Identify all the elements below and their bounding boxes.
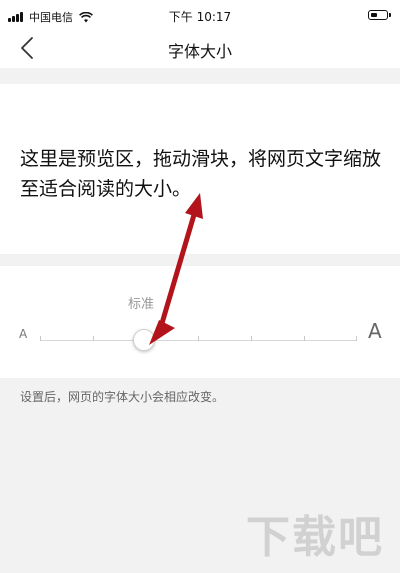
min-size-label: A bbox=[19, 327, 28, 341]
font-size-slider-panel: 标准 A A bbox=[0, 266, 400, 378]
slider-tick bbox=[356, 336, 357, 341]
watermark-logo: 下载吧 bbox=[246, 512, 384, 563]
slider-tick bbox=[198, 336, 199, 341]
max-size-label: A bbox=[368, 319, 382, 343]
slider-tick bbox=[93, 336, 94, 341]
status-bar: 中国电信 下午 10:17 bbox=[0, 0, 400, 32]
preview-text: 这里是预览区，拖动滑块，将网页文字缩放至适合阅读的大小。 bbox=[20, 148, 382, 200]
slider-tick bbox=[304, 336, 305, 341]
hint-text: 设置后，网页的字体大小会相应改变。 bbox=[20, 390, 225, 404]
slider-thumb[interactable] bbox=[133, 329, 155, 351]
preview-area: 这里是预览区，拖动滑块，将网页文字缩放至适合阅读的大小。 bbox=[0, 84, 400, 254]
page-title: 字体大小 bbox=[167, 42, 232, 61]
slider-tick bbox=[251, 336, 252, 341]
nav-bar: 字体大小 bbox=[0, 32, 400, 68]
status-time: 下午 10:17 bbox=[168, 10, 232, 24]
current-size-label: 标准 bbox=[128, 297, 155, 312]
slider-tick bbox=[40, 336, 41, 341]
slider-track[interactable] bbox=[40, 336, 357, 341]
battery-icon bbox=[368, 10, 391, 20]
